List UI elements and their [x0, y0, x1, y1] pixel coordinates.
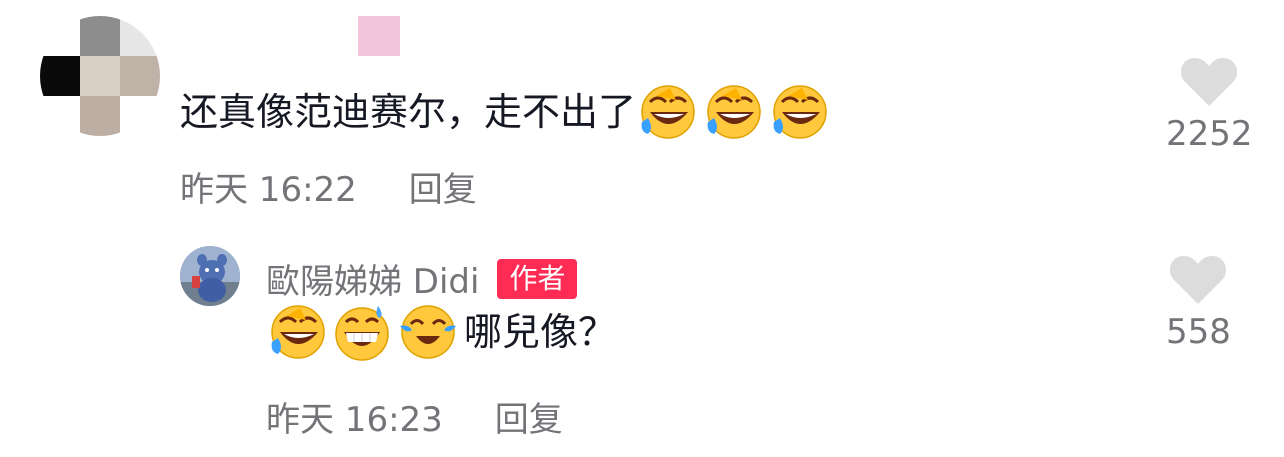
avatar-mosaic-cell [80, 16, 120, 56]
avatar-mosaic-cell [80, 96, 120, 136]
reply-reply-button[interactable]: 回复 [495, 392, 563, 441]
author-username[interactable]: 歐陽娣娣 Didi [266, 254, 479, 303]
comment-text: 还真像范迪赛尔，走不出了 [180, 90, 637, 134]
avatar-mosaic-cell [80, 56, 120, 96]
author-badge: 作者 [497, 258, 578, 299]
comment-timestamp: 昨天 16:22 [180, 170, 357, 210]
author-avatar[interactable] [180, 246, 240, 306]
grinning-sweat-emoji [335, 306, 389, 361]
comment-thread: 还真像范迪赛尔，走不出了 昨天 16:22 回复 2252 歐陽娣娣 Didi … [0, 0, 1284, 457]
avatar-image [180, 246, 240, 306]
reply-like-count: 558 [1166, 312, 1231, 352]
rolling-laughing-emoji [707, 85, 761, 139]
comment-like-button[interactable]: 2252 [1166, 54, 1253, 154]
tears-of-joy-emoji [400, 305, 456, 359]
username-badge-obscured [358, 16, 400, 56]
reply-body: 哪兒像？ [266, 302, 616, 362]
avatar-mosaic-cell [40, 56, 80, 96]
avatar-mosaic-cell [40, 96, 80, 136]
avatar-mosaic-cell [120, 16, 160, 56]
rolling-laughing-emoji [271, 305, 325, 359]
reply-timestamp: 昨天 16:23 [266, 400, 443, 440]
comment-meta: 昨天 16:22 回复 [180, 162, 477, 211]
commenter-username[interactable] [180, 26, 360, 66]
rolling-laughing-emoji [773, 85, 827, 139]
heart-icon [1170, 256, 1227, 304]
author-name-row: 歐陽娣娣 Didi 作者 [266, 254, 578, 303]
username-crop-mask [180, 26, 360, 48]
comment-body: 还真像范迪赛尔，走不出了 [180, 82, 834, 142]
comment-like-count: 2252 [1166, 114, 1253, 154]
avatar-mosaic-cell [120, 96, 160, 136]
commenter-avatar[interactable] [40, 16, 160, 136]
rolling-laughing-emoji [641, 85, 695, 139]
heart-icon [1181, 58, 1238, 106]
reply-meta: 昨天 16:23 回复 [266, 392, 563, 441]
comment-reply-button[interactable]: 回复 [409, 162, 477, 211]
reply-text: 哪兒像？ [464, 310, 617, 354]
reply-like-button[interactable]: 558 [1166, 252, 1231, 352]
avatar-mosaic-cell [120, 56, 160, 96]
